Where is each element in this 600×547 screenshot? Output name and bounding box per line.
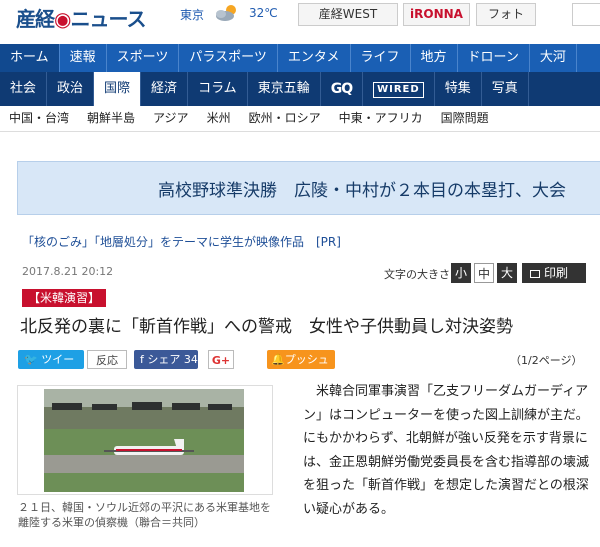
region-europe-russia[interactable]: 欧州・ロシア [240,106,330,131]
region-nav: 中国・台湾 朝鮮半島 アジア 米州 欧州・ロシア 中東・アフリカ 国際問題 [0,106,600,132]
secondary-nav: 社会 政治 国際 経済 コラム 東京五輪 GQ WIRED 特集 写真 [0,72,600,106]
nav-entame[interactable]: エンタメ [278,44,351,72]
reaction-button[interactable]: 反応 [87,350,127,369]
facebook-share-button[interactable]: f シェア 34 [134,350,198,369]
ironna-link[interactable]: iRONNA [403,3,470,26]
nav-para-sports[interactable]: パラスポーツ [179,44,278,72]
nav-society[interactable]: 社会 [0,72,48,106]
topic-tag[interactable]: 【米韓演習】 [22,289,107,307]
region-international-issues[interactable]: 国際問題 [432,106,498,131]
share-count: 34 [183,353,198,366]
cloud-sun-icon [216,5,236,21]
nav-taiga[interactable]: 大河 [530,44,577,72]
nav-economy[interactable]: 経済 [141,72,189,106]
page-indicator: （1/2ページ） [510,354,583,367]
news-ticker-banner[interactable]: 高校野球準決勝 広陵・中村が２本目の本塁打、大会 [17,161,600,215]
font-size-medium-button[interactable]: 中 [474,263,494,283]
article-headline: 北反発の裏に「斬首作戦」への警戒 女性や子供動員し対決姿勢 [20,317,513,337]
region-mideast-africa[interactable]: 中東・アフリカ [330,106,432,131]
nav-wired[interactable]: WIRED [363,72,435,106]
font-size-label: 文字の大きさ [384,268,450,281]
nav-home[interactable]: ホーム [0,44,60,72]
weather-city: 東京 [180,8,205,22]
photo-caption: ２１日、韓国・ソウル近郊の平沢にある米軍基地を離陸する米軍の偵察機（聯合＝共同） [18,501,271,529]
region-china-taiwan[interactable]: 中国・台湾 [0,106,78,131]
sankei-west-link[interactable]: 産経WEST [298,3,398,26]
site-logo[interactable]: 産経◉ニュース [16,3,146,32]
wired-logo: WIRED [373,82,424,98]
facebook-icon: f [140,353,144,366]
font-size-small-button[interactable]: 小 [451,263,471,283]
primary-nav: ホーム 速報 スポーツ パラスポーツ エンタメ ライフ 地方 ドローン 大河 [0,44,600,72]
nav-politics[interactable]: 政治 [47,72,95,106]
region-americas[interactable]: 米州 [198,106,240,131]
nav-column[interactable]: コラム [188,72,248,106]
banner-text: 高校野球準決勝 広陵・中村が２本目の本塁打、大会 [158,181,566,201]
region-korea[interactable]: 朝鮮半島 [78,106,144,131]
article-photo[interactable] [44,389,244,492]
twitter-icon: 🐦 [24,353,38,366]
pr-link[interactable]: 「核のごみ」「地層処分」をテーマに学生が映像作品 [PR] [22,233,341,250]
nav-local[interactable]: 地方 [411,44,458,72]
nav-gq[interactable]: GQ [321,72,364,106]
font-size-large-button[interactable]: 大 [497,263,517,283]
bell-icon: 🔔 [271,353,285,366]
nav-breaking[interactable]: 速報 [60,44,107,72]
temperature: 32℃ [249,6,278,20]
google-plus-button[interactable]: G+ [208,350,234,369]
nav-photo[interactable]: 写真 [482,72,529,106]
nav-drone[interactable]: ドローン [458,44,530,72]
tweet-button[interactable]: 🐦 ツイート [18,350,84,385]
nav-international[interactable]: 国際 [94,72,142,106]
article-date: 2017.8.21 20:12 [22,265,114,278]
article-body: 米韓合同軍事演習「乙支フリーダムガーディアン」はコンピューターを使った図上訓練が… [303,384,590,517]
region-asia[interactable]: アジア [144,106,198,131]
nav-tokyo-olympics[interactable]: 東京五輪 [248,72,321,106]
search-input[interactable] [572,3,600,26]
print-label: 印刷 [544,266,569,280]
nav-sports[interactable]: スポーツ [107,44,180,72]
nav-life[interactable]: ライフ [351,44,411,72]
printer-icon [530,269,540,278]
print-button[interactable]: 印刷 [522,263,586,283]
top-bar: 産経◉ニュース 東京 32℃ 産経WEST iRONNA フォト [0,0,600,36]
nav-special[interactable]: 特集 [435,72,482,106]
photo-link[interactable]: フォト [476,3,536,26]
push-notification-button[interactable]: 🔔プッシュ通知 [267,350,335,385]
